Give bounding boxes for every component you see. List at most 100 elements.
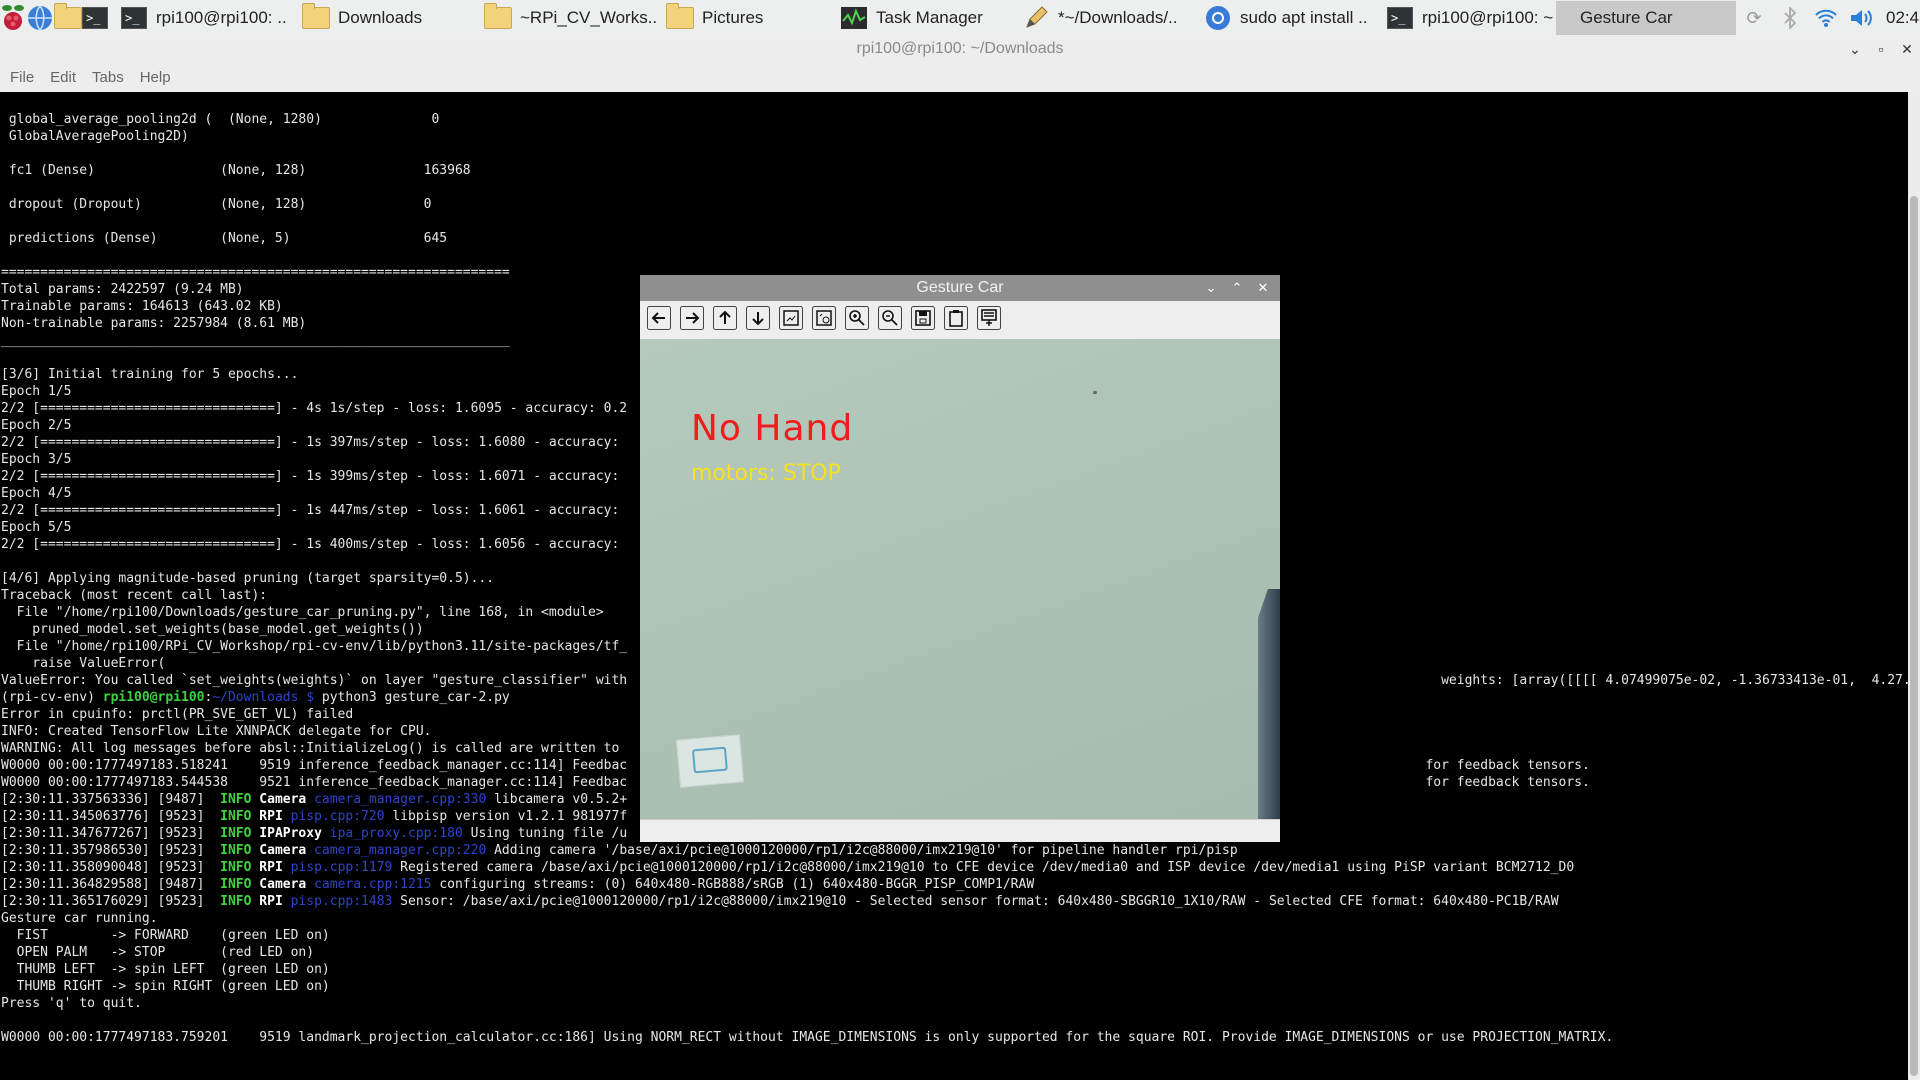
terminal-text: INFO (220, 809, 252, 824)
terminal-text: libcamera v0.5.2+ (486, 792, 628, 807)
task-manager-icon (840, 5, 868, 31)
terminal-text: RPI (259, 860, 283, 875)
terminal-text: RPI (259, 894, 283, 909)
arrow-up-icon (713, 305, 737, 335)
taskbar-window-button[interactable]: >_ rpi100@rpi100: ~ (1380, 1, 1556, 35)
terminal-text: INFO (220, 894, 252, 909)
taskbar-window-label: rpi100@rpi100: ~ (1422, 8, 1554, 27)
clock[interactable]: 02:43 (1880, 8, 1920, 28)
taskbar-window-button[interactable]: Pictures (660, 1, 834, 35)
camera-speck (1093, 391, 1097, 394)
menu-edit[interactable]: Edit (42, 69, 84, 86)
terminal-text: THUMB RIGHT -> spin RIGHT (green LED on) (1, 979, 330, 994)
terminal-icon[interactable]: >_ (82, 0, 108, 36)
bluetooth-icon[interactable] (1772, 0, 1808, 36)
maximize-icon[interactable]: ⌃ (1224, 275, 1250, 301)
terminal-text: 2/2 [==============================] - 1… (1, 503, 620, 518)
zoom-in-icon (845, 305, 869, 335)
clipboard-icon (944, 305, 968, 335)
minimize-icon[interactable]: ⌄ (1198, 275, 1224, 301)
terminal-text: ========================================… (1, 265, 510, 280)
chromium-icon (1204, 5, 1232, 31)
menu-tabs[interactable]: Tabs (84, 69, 132, 86)
terminal-text: Epoch 5/5 (1, 520, 72, 535)
terminal-scrollbar[interactable] (1908, 92, 1920, 1080)
motors-status-label: motors: STOP (691, 461, 841, 486)
image-toolbar (640, 301, 1280, 339)
terminal-titlebar[interactable]: rpi100@rpi100: ~/Downloads ⌄ ▫ ✕ (0, 36, 1920, 62)
maximize-icon[interactable]: ▫ (1868, 36, 1894, 62)
pan-down-button[interactable] (745, 305, 771, 333)
camera-feed[interactable]: No Hand motors: STOP (640, 339, 1280, 819)
terminal-text: OPEN PALM -> STOP (red LED on) (1, 945, 315, 960)
properties-button[interactable] (976, 305, 1002, 333)
camera-sticky-note (676, 734, 744, 788)
scrollbar-thumb[interactable] (1910, 196, 1918, 1076)
volume-icon[interactable] (1844, 0, 1880, 36)
taskbar-window-button[interactable]: ~RPi_CV_Works.. (478, 1, 660, 35)
hand-status-label: No Hand (691, 408, 854, 449)
terminal-text: Camera (259, 877, 307, 892)
minimize-icon[interactable]: ⌄ (1842, 36, 1868, 62)
folder-icon (484, 3, 512, 31)
terminal-line: FIST -> FORWARD (green LED on) (1, 927, 1908, 944)
terminal-text: INFO (220, 826, 252, 841)
pan-left-button[interactable] (646, 305, 672, 335)
zoom-fit-button[interactable] (778, 305, 804, 333)
taskbar-window-button[interactable]: Gesture Car (1556, 1, 1736, 35)
menu-file[interactable]: File (2, 69, 42, 86)
updates-icon[interactable]: ⟳ (1736, 0, 1772, 36)
terminal-text: Camera (259, 843, 307, 858)
taskbar-window-label: Pictures (702, 8, 764, 27)
terminal-text: [2:30:11.337563336] [9487] (1, 792, 221, 807)
terminal-text: Non-trainable params: 2257984 (8.61 MB) (1, 316, 307, 331)
zoom-original-button[interactable] (811, 305, 837, 335)
close-icon[interactable]: ✕ (1894, 36, 1920, 62)
terminal-text: 2/2 [==============================] - 4… (1, 401, 628, 416)
terminal-text: predictions (Dense) (None, 5) 645 (1, 231, 448, 246)
taskbar-window-button[interactable]: >_ rpi100@rpi100: .. (114, 1, 296, 35)
zoom-in-button[interactable] (844, 305, 870, 335)
terminal-text: 2/2 [==============================] - 1… (1, 435, 620, 450)
browser-icon[interactable] (26, 0, 54, 36)
pan-right-button[interactable] (679, 305, 705, 333)
file-manager-icon[interactable] (54, 0, 82, 36)
zoom-original-icon (812, 305, 836, 335)
terminal-text: Using tuning file /u (462, 826, 628, 841)
pan-up-button[interactable] (712, 305, 738, 335)
terminal-title: rpi100@rpi100: ~/Downloads (856, 40, 1064, 57)
gesture-car-titlebar[interactable]: Gesture Car ⌄ ⌃ ✕ (640, 275, 1280, 301)
terminal-text: File "/home/rpi100/Downloads/gesture_car… (1, 605, 604, 620)
terminal-text: global_average_pooling2d ( (None, 1280) … (1, 112, 440, 127)
terminal-line: [2:30:11.357986530] [9523] INFO Camera c… (1, 842, 1908, 859)
taskbar-window-button[interactable]: Task Manager (834, 1, 1016, 35)
zoom-out-icon (878, 305, 902, 335)
zoom-out-button[interactable] (877, 305, 903, 335)
taskbar-window-button[interactable]: *~/Downloads/.. (1016, 1, 1198, 35)
terminal-line: Press 'q' to quit. (1, 995, 1908, 1012)
terminal-text: dropout (Dropout) (None, 128) 0 (1, 197, 432, 212)
close-icon[interactable]: ✕ (1250, 275, 1276, 301)
terminal-text: libpisp version v1.2.1 981977f (384, 809, 628, 824)
menu-help[interactable]: Help (132, 69, 179, 86)
terminal-text: INFO: Created TensorFlow Lite XNNPACK de… (1, 724, 432, 739)
taskbar-window-label: Gesture Car (1580, 8, 1673, 27)
copy-clipboard-button[interactable] (943, 305, 969, 335)
terminal-text: WARNING: All log messages before absl::I… (1, 741, 620, 756)
terminal-text: Error in cpuinfo: prctl(PR_SVE_GET_VL) f… (1, 707, 354, 722)
taskbar-window-button[interactable]: sudo apt install .. (1198, 1, 1380, 35)
wifi-icon[interactable] (1808, 0, 1844, 36)
raspberry-menu-icon[interactable] (0, 0, 26, 36)
save-icon (911, 305, 935, 335)
terminal-line: [2:30:11.364829588] [9487] INFO Camera c… (1, 876, 1908, 893)
taskbar-window-button[interactable]: Downloads (296, 1, 478, 35)
arrow-left-icon (647, 305, 671, 335)
save-image-button[interactable] (910, 305, 936, 335)
